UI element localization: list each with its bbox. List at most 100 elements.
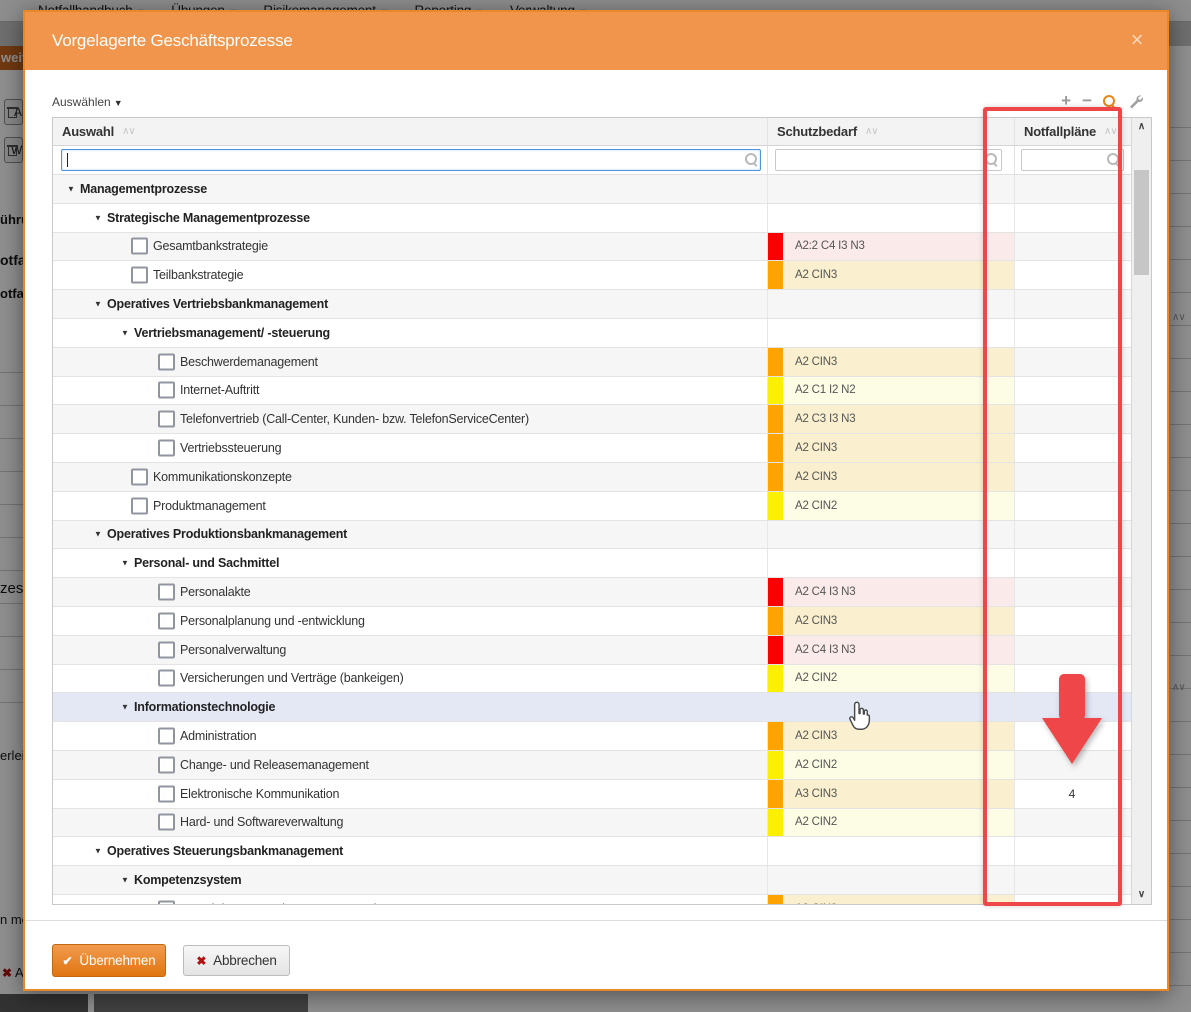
auswahl-cell: Kommunikationskonzepte <box>53 463 767 491</box>
row-checkbox[interactable] <box>158 411 175 428</box>
auswahl-cell: ▼ Operatives Steuerungsbankmanagement <box>53 837 767 865</box>
process-label: Berechtigungs- und Kompetenzregelung <box>180 902 397 904</box>
group-label: Operatives Produktionsbankmanagement <box>107 527 347 541</box>
schutzbedarf-cell: A2 CIN3 <box>767 895 1014 904</box>
row-checkbox[interactable] <box>158 584 175 601</box>
severity-color-bar <box>768 405 783 433</box>
scroll-up-icon[interactable]: ∧ <box>1132 119 1151 135</box>
filter-input-schutzbedarf[interactable] <box>775 149 1002 171</box>
row-checkbox[interactable] <box>158 670 175 687</box>
auswahl-cell: Beschwerdemanagement <box>53 348 767 376</box>
search-icon <box>745 153 758 166</box>
group-label: Personal- und Sachmittel <box>134 556 279 570</box>
process-label: Personalverwaltung <box>180 643 286 657</box>
expand-arrow-icon[interactable]: ▼ <box>67 184 75 193</box>
row-checkbox[interactable] <box>158 440 175 457</box>
group-label: Managementprozesse <box>80 182 207 196</box>
auswahl-cell: ▼ Operatives Vertriebsbankmanagement <box>53 290 767 318</box>
footer-divider <box>25 920 1167 921</box>
select-dropdown-label: Auswählen <box>52 95 111 109</box>
expand-arrow-icon[interactable]: ▼ <box>121 328 129 337</box>
group-label: Operatives Vertriebsbankmanagement <box>107 297 328 311</box>
expand-arrow-icon[interactable]: ▼ <box>94 300 102 309</box>
auswahl-cell: Personalplanung und -entwicklung <box>53 607 767 635</box>
severity-color-bar <box>768 492 783 520</box>
process-label: Gesamtbankstrategie <box>153 239 268 253</box>
schutzbedarf-value: A2 CIN2 <box>795 816 837 828</box>
row-checkbox[interactable] <box>158 382 175 399</box>
row-checkbox[interactable] <box>158 612 175 629</box>
schutzbedarf-cell: A2 CIN2 <box>767 751 1014 779</box>
schutzbedarf-cell <box>767 693 1014 721</box>
schutzbedarf-value: A2 C1 I2 N2 <box>795 384 855 396</box>
schutzbedarf-value: A2 CIN2 <box>795 672 837 684</box>
group-label: Operatives Steuerungsbankmanagement <box>107 844 343 858</box>
row-checkbox[interactable] <box>131 497 148 514</box>
row-checkbox[interactable] <box>158 728 175 745</box>
row-checkbox[interactable] <box>158 353 175 370</box>
expand-arrow-icon[interactable]: ▼ <box>94 530 102 539</box>
schutzbedarf-value: A2 C4 I3 N3 <box>795 644 855 656</box>
schutzbedarf-value: A2 C4 I3 N3 <box>795 586 855 598</box>
close-icon[interactable]: × <box>1125 28 1149 52</box>
auswahl-cell: Telefonvertrieb (Call-Center, Kunden- bz… <box>53 405 767 433</box>
process-label: Change- und Releasemanagement <box>180 758 369 772</box>
process-label: Telefonvertrieb (Call-Center, Kunden- bz… <box>180 412 529 426</box>
process-label: Beschwerdemanagement <box>180 355 318 369</box>
scroll-down-icon[interactable]: ∨ <box>1132 887 1151 903</box>
row-checkbox[interactable] <box>158 641 175 658</box>
process-label: Produktmanagement <box>153 499 266 513</box>
process-label: Personalakte <box>180 585 251 599</box>
text-cursor <box>67 153 68 167</box>
schutzbedarf-cell: A2 CIN3 <box>767 348 1014 376</box>
auswahl-cell: ▼ Operatives Produktionsbankmanagement <box>53 521 767 549</box>
process-label: Teilbankstrategie <box>153 268 243 282</box>
row-checkbox[interactable] <box>158 900 175 904</box>
row-checkbox[interactable] <box>158 785 175 802</box>
row-checkbox[interactable] <box>131 267 148 284</box>
auswahl-cell: Vertriebssteuerung <box>53 434 767 462</box>
expand-arrow-icon[interactable]: ▼ <box>121 559 129 568</box>
expand-arrow-icon[interactable]: ▼ <box>121 703 129 712</box>
row-checkbox[interactable] <box>131 238 148 255</box>
filter-input-auswahl[interactable] <box>61 149 761 171</box>
row-checkbox[interactable] <box>158 814 175 831</box>
process-label: Versicherungen und Verträge (bankeigen) <box>180 671 404 685</box>
cancel-button-label: Abbrechen <box>213 953 277 968</box>
auswahl-cell: Personalakte <box>53 578 767 606</box>
process-label: Administration <box>180 729 256 743</box>
auswahl-cell: ▼ Managementprozesse <box>53 175 767 203</box>
expand-arrow-icon[interactable]: ▼ <box>94 213 102 222</box>
schutzbedarf-cell: A2 C3 I3 N3 <box>767 405 1014 433</box>
expand-arrow-icon[interactable]: ▼ <box>121 876 129 885</box>
search-icon[interactable] <box>1103 95 1116 108</box>
auswahl-cell: Produktmanagement <box>53 492 767 520</box>
schutzbedarf-cell: A2 CIN3 <box>767 261 1014 289</box>
select-dropdown[interactable]: Auswählen▼ <box>52 95 123 109</box>
group-label: Kompetenzsystem <box>134 873 241 887</box>
row-checkbox[interactable] <box>158 756 175 773</box>
process-label: Kommunikationskonzepte <box>153 470 292 484</box>
schutzbedarf-cell <box>767 175 1014 203</box>
group-label: Informationstechnologie <box>134 700 275 714</box>
sort-icon[interactable]: ∧∨ <box>865 126 878 137</box>
auswahl-cell: Administration <box>53 722 767 750</box>
process-label: Hard- und Softwareverwaltung <box>180 815 343 829</box>
schutzbedarf-cell: A2 CIN3 <box>767 607 1014 635</box>
scrollbar-thumb[interactable] <box>1134 170 1149 275</box>
sort-icon[interactable]: ∧∨ <box>122 126 135 137</box>
apply-button[interactable]: ✔ Übernehmen <box>52 944 166 977</box>
vertical-scrollbar[interactable]: ∧ ∨ <box>1131 118 1151 904</box>
column-header-auswahl[interactable]: Auswahl ∧∨ <box>53 118 767 145</box>
auswahl-cell: Internet-Auftritt <box>53 377 767 405</box>
cancel-button[interactable]: ✖ Abbrechen <box>183 945 290 976</box>
auswahl-cell: ▼ Personal- und Sachmittel <box>53 549 767 577</box>
group-label: Vertriebsmanagement/ -steuerung <box>134 326 330 340</box>
column-header-schutzbedarf[interactable]: Schutzbedarf∧∨ <box>767 118 1014 145</box>
row-checkbox[interactable] <box>131 468 148 485</box>
wrench-icon[interactable] <box>1127 93 1143 109</box>
schutzbedarf-cell: A2 CIN2 <box>767 809 1014 837</box>
auswahl-cell: Teilbankstrategie <box>53 261 767 289</box>
column-label: Auswahl <box>62 124 114 139</box>
expand-arrow-icon[interactable]: ▼ <box>94 847 102 856</box>
